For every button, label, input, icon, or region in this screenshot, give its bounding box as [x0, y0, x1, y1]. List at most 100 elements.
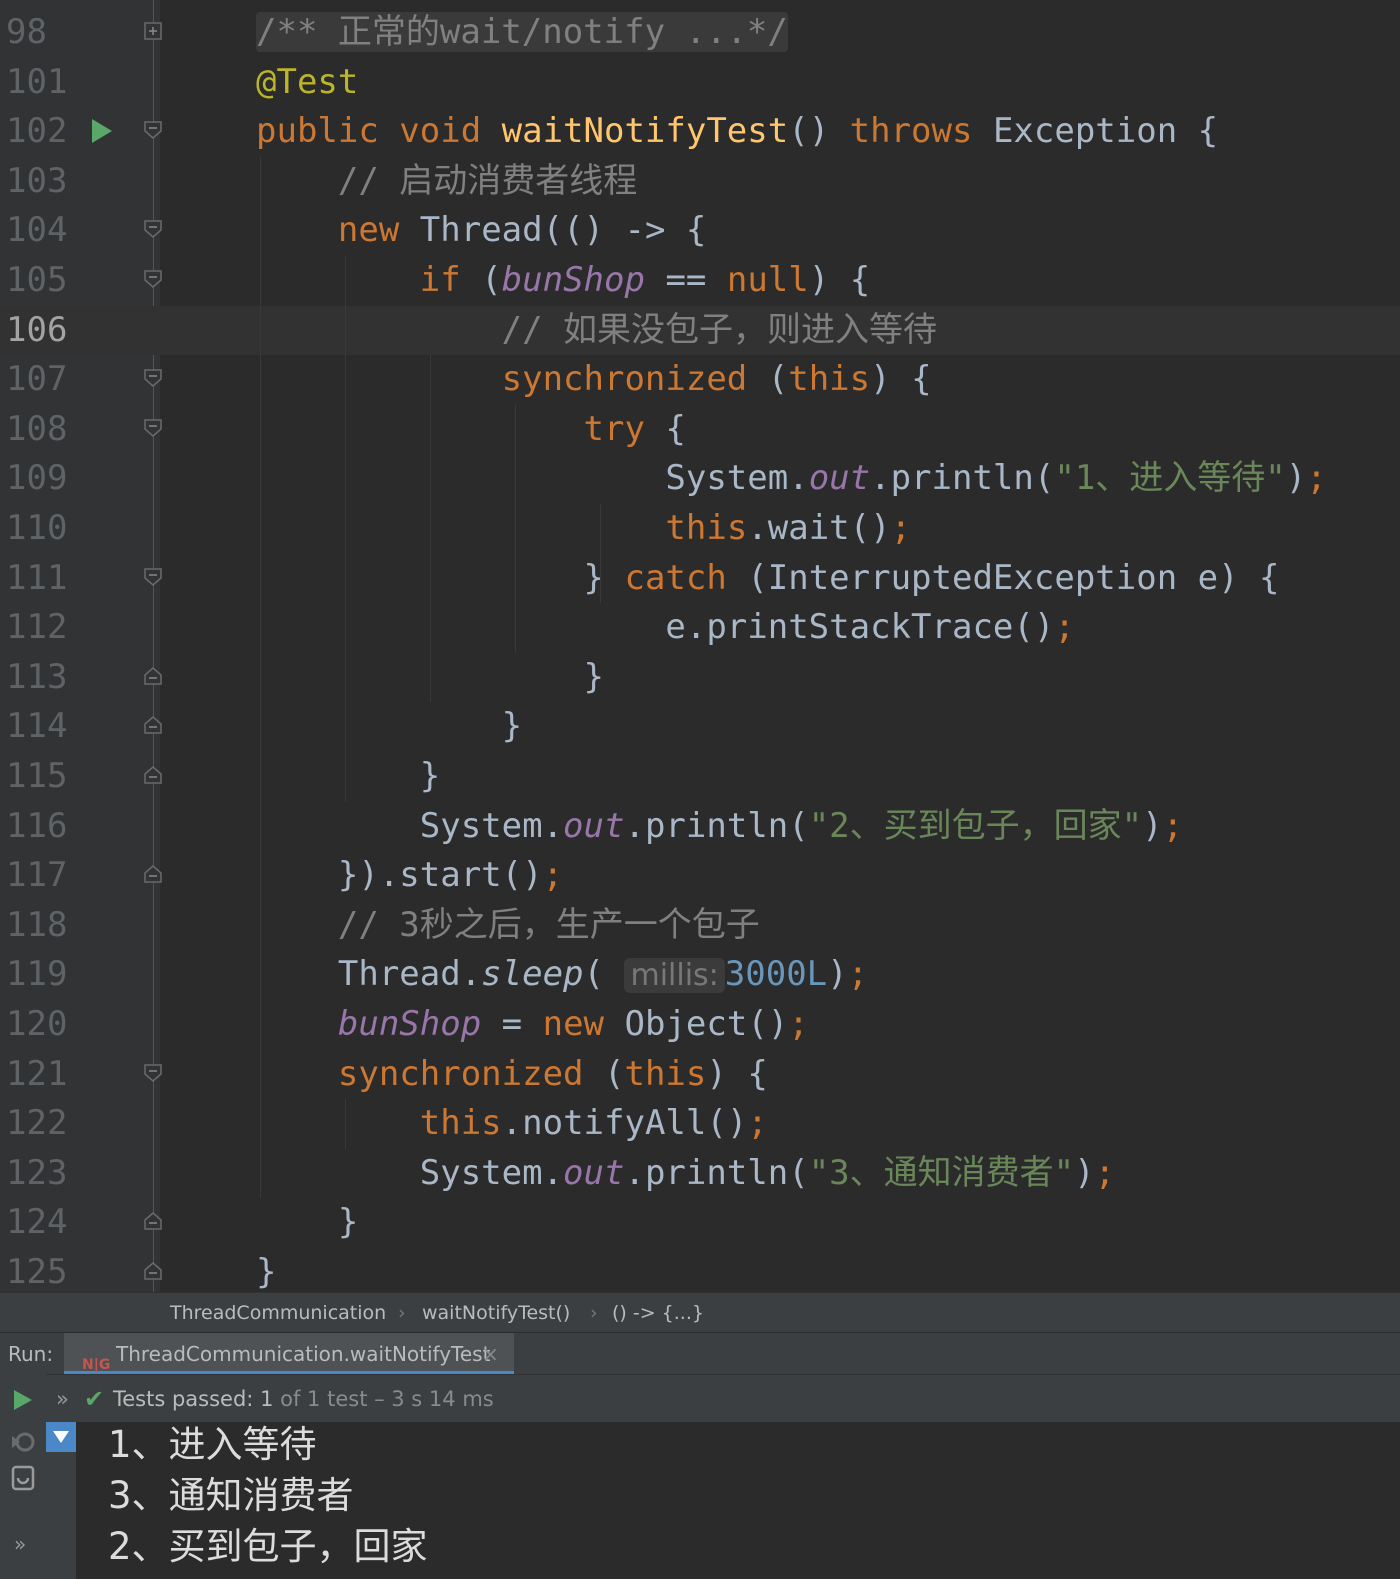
code-text[interactable]: synchronized (this) { [256, 355, 932, 405]
line-number[interactable]: 114 [6, 702, 76, 752]
code-line[interactable]: 105 if (bunShop == null) { [0, 256, 1400, 306]
toggle-auto-test-icon[interactable] [10, 1464, 36, 1492]
code-line[interactable]: 113 } [0, 653, 1400, 703]
run-tab[interactable]: N|G ThreadCommunication.waitNotifyTest × [64, 1333, 514, 1375]
code-text[interactable]: @Test [256, 58, 358, 108]
console-output[interactable]: 1、进入等待 3、通知消费者 2、买到包子，回家 [76, 1422, 1400, 1579]
code-line[interactable]: 106 // 如果没包子，则进入等待 [0, 305, 1400, 356]
fold-collapse-icon[interactable] [143, 666, 163, 686]
fold-expand-icon[interactable] [143, 21, 163, 41]
line-number[interactable]: 108 [6, 405, 76, 455]
line-number[interactable]: 102 [6, 107, 76, 157]
code-line[interactable]: 117 }).start(); [0, 851, 1400, 901]
code-line[interactable]: 98 /** 正常的wait/notify ...*/ [0, 8, 1400, 58]
code-line[interactable]: 116 System.out.println("2、买到包子，回家"); [0, 802, 1400, 852]
line-number[interactable]: 103 [6, 157, 76, 207]
code-text[interactable]: // 如果没包子，则进入等待 [256, 306, 937, 356]
breadcrumb-method[interactable]: waitNotifyTest() [422, 1293, 570, 1333]
line-number[interactable]: 113 [6, 653, 76, 703]
line-number[interactable]: 105 [6, 256, 76, 306]
line-number[interactable]: 107 [6, 355, 76, 405]
code-text[interactable]: new Thread(() -> { [256, 206, 706, 256]
fold-collapse-icon[interactable] [143, 1063, 163, 1083]
fold-collapse-icon[interactable] [143, 567, 163, 587]
code-text[interactable]: }).start(); [256, 851, 563, 901]
code-text[interactable]: this.wait(); [256, 504, 911, 554]
code-text[interactable]: this.notifyAll(); [256, 1099, 768, 1149]
code-text[interactable]: } catch (InterruptedException e) { [256, 554, 1280, 604]
code-line[interactable]: 102 public void waitNotifyTest() throws E… [0, 107, 1400, 157]
fold-collapse-icon[interactable] [143, 765, 163, 785]
code-line[interactable]: 104 new Thread(() -> { [0, 206, 1400, 256]
code-text[interactable]: } [256, 1248, 276, 1292]
code-line[interactable]: 111 } catch (InterruptedException e) { [0, 554, 1400, 604]
code-text[interactable]: // 3秒之后，生产一个包子 [256, 901, 760, 951]
code-text[interactable]: System.out.println("3、通知消费者"); [256, 1149, 1115, 1199]
code-line[interactable]: 109 System.out.println("1、进入等待"); [0, 454, 1400, 504]
code-text[interactable]: synchronized (this) { [256, 1050, 768, 1100]
code-text[interactable]: } [256, 752, 440, 802]
code-line[interactable]: 107 synchronized (this) { [0, 355, 1400, 405]
line-number[interactable]: 117 [6, 851, 76, 901]
code-line[interactable]: 108 try { [0, 405, 1400, 455]
code-line[interactable]: 101 @Test [0, 58, 1400, 108]
fold-collapse-icon[interactable] [143, 269, 163, 289]
code-text[interactable]: // 启动消费者线程 [256, 157, 637, 207]
code-line[interactable]: 124 } [0, 1198, 1400, 1248]
fold-collapse-icon[interactable] [143, 715, 163, 735]
line-number[interactable]: 110 [6, 504, 76, 554]
line-number[interactable]: 109 [6, 454, 76, 504]
fold-collapse-icon[interactable] [143, 1261, 163, 1281]
code-line[interactable]: 118 // 3秒之后，生产一个包子 [0, 901, 1400, 951]
fold-collapse-icon[interactable] [143, 864, 163, 884]
fold-collapse-icon[interactable] [143, 219, 163, 239]
code-text[interactable]: public void waitNotifyTest() throws Exce… [256, 107, 1218, 157]
close-icon[interactable]: × [482, 1333, 499, 1375]
code-line[interactable]: 114 } [0, 702, 1400, 752]
code-line[interactable]: 110 this.wait(); [0, 504, 1400, 554]
line-number[interactable]: 101 [6, 58, 76, 108]
rerun-failed-icon[interactable] [10, 1430, 36, 1454]
line-number[interactable]: 121 [6, 1050, 76, 1100]
code-text[interactable]: } [256, 702, 522, 752]
code-text[interactable]: Thread.sleep( millis: 3000L); [256, 950, 868, 1001]
fold-collapse-icon[interactable] [143, 120, 163, 140]
code-line[interactable]: 119 Thread.sleep( millis: 3000L); [0, 950, 1400, 1000]
code-text[interactable]: try { [256, 405, 686, 455]
code-text[interactable]: System.out.println("2、买到包子，回家"); [256, 802, 1183, 852]
code-text[interactable]: /** 正常的wait/notify ...*/ [256, 8, 788, 58]
line-number[interactable]: 119 [6, 950, 76, 1000]
more-icon[interactable]: » [14, 1532, 26, 1556]
line-number[interactable]: 120 [6, 1000, 76, 1050]
code-line[interactable]: 122 this.notifyAll(); [0, 1099, 1400, 1149]
line-number[interactable]: 104 [6, 206, 76, 256]
code-line[interactable]: 112 e.printStackTrace(); [0, 603, 1400, 653]
line-number[interactable]: 124 [6, 1198, 76, 1248]
line-number[interactable]: 125 [6, 1248, 76, 1292]
fold-collapse-icon[interactable] [143, 1211, 163, 1231]
line-number[interactable]: 111 [6, 554, 76, 604]
line-number[interactable]: 112 [6, 603, 76, 653]
code-line[interactable]: 103 // 启动消费者线程 [0, 157, 1400, 207]
code-editor[interactable]: 98 /** 正常的wait/notify ...*/ 101 @Test 102 pub… [0, 0, 1400, 1292]
breadcrumb-lambda[interactable]: () -> {...} [612, 1293, 704, 1333]
code-text[interactable]: if (bunShop == null) { [256, 256, 870, 306]
line-number[interactable]: 116 [6, 802, 76, 852]
code-line[interactable]: 120 bunShop = new Object(); [0, 1000, 1400, 1050]
fold-collapse-icon[interactable] [143, 418, 163, 438]
code-text[interactable]: bunShop = new Object(); [256, 1000, 809, 1050]
fold-collapse-icon[interactable] [143, 368, 163, 388]
code-line[interactable]: 123 System.out.println("3、通知消费者"); [0, 1149, 1400, 1199]
filter-icon[interactable] [46, 1422, 76, 1452]
code-line[interactable]: 125} [0, 1248, 1400, 1292]
line-number[interactable]: 106 [6, 306, 76, 356]
line-number[interactable]: 123 [6, 1149, 76, 1199]
rerun-icon[interactable] [12, 1388, 34, 1412]
line-number[interactable]: 98 [6, 8, 76, 58]
breadcrumb-class[interactable]: ThreadCommunication [170, 1293, 386, 1333]
code-line[interactable]: 121 synchronized (this) { [0, 1050, 1400, 1100]
line-number[interactable]: 122 [6, 1099, 76, 1149]
run-gutter-icon[interactable] [92, 119, 112, 144]
expand-icon[interactable]: » [56, 1375, 69, 1423]
code-text[interactable]: } [256, 1198, 358, 1248]
